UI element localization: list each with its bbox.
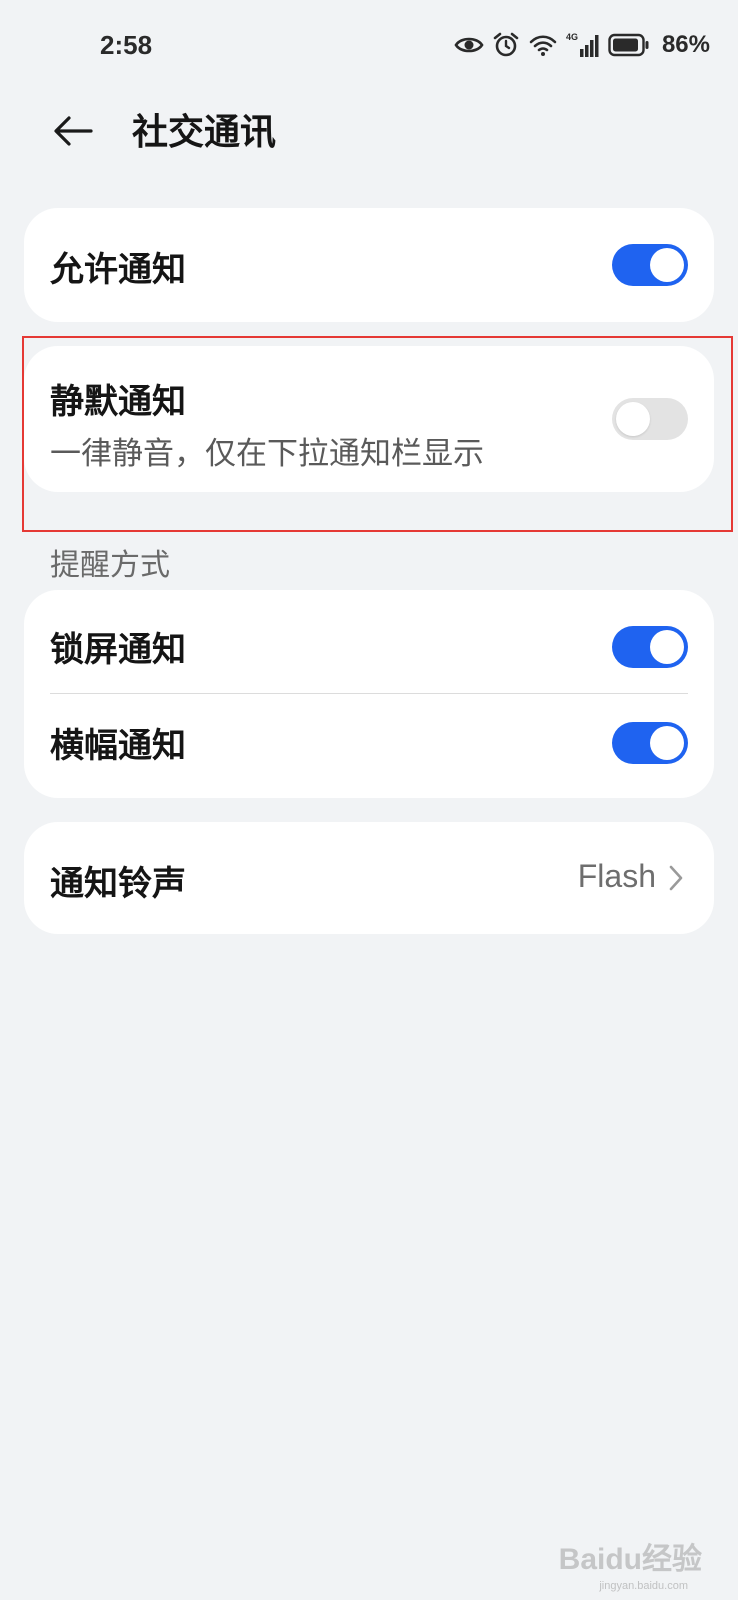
ringtone-row[interactable]: 通知铃声 Flash xyxy=(24,822,714,934)
allow-notifications-toggle[interactable] xyxy=(612,244,688,286)
page-title: 社交通讯 xyxy=(132,112,277,153)
banner-label: 横幅通知 xyxy=(50,726,186,766)
allow-notifications-card: 允许通知 xyxy=(24,208,714,322)
lock-screen-toggle[interactable] xyxy=(612,626,688,668)
banner-row[interactable]: 横幅通知 xyxy=(24,694,714,798)
alert-method-section-label: 提醒方式 xyxy=(50,548,170,583)
back-button[interactable] xyxy=(46,108,100,158)
ringtone-value: Flash xyxy=(577,858,656,894)
page-header: 社交通讯 xyxy=(0,92,738,172)
status-icons: 4G 86% xyxy=(454,30,710,60)
toggle-knob xyxy=(650,248,684,282)
highlight-annotation xyxy=(22,336,733,532)
watermark: Baidu经验 xyxy=(558,1543,702,1576)
allow-notifications-label: 允许通知 xyxy=(50,250,186,290)
alert-methods-card: 锁屏通知 横幅通知 xyxy=(24,590,714,798)
lock-screen-label: 锁屏通知 xyxy=(50,630,186,670)
watermark-url: jingyan.baidu.com xyxy=(599,1580,688,1592)
ringtone-label: 通知铃声 xyxy=(50,864,186,904)
status-bar: 2:58 4G 86% xyxy=(0,0,738,92)
chevron-right-icon xyxy=(666,863,686,893)
toggle-knob xyxy=(650,630,684,664)
battery-icon xyxy=(608,33,650,57)
banner-toggle[interactable] xyxy=(612,722,688,764)
ringtone-card: 通知铃声 Flash xyxy=(24,822,714,934)
cellular-signal-icon: 4G xyxy=(566,31,600,59)
wifi-icon xyxy=(528,32,558,58)
lock-screen-row[interactable]: 锁屏通知 xyxy=(24,590,714,694)
battery-percent: 86% xyxy=(661,31,710,58)
network-type-label: 4G xyxy=(566,32,578,42)
status-time: 2:58 xyxy=(100,30,153,60)
arrow-left-icon xyxy=(51,113,95,153)
alarm-icon xyxy=(492,31,520,59)
allow-notifications-row[interactable]: 允许通知 xyxy=(24,208,714,322)
eye-icon xyxy=(454,34,484,56)
toggle-knob xyxy=(650,726,684,760)
